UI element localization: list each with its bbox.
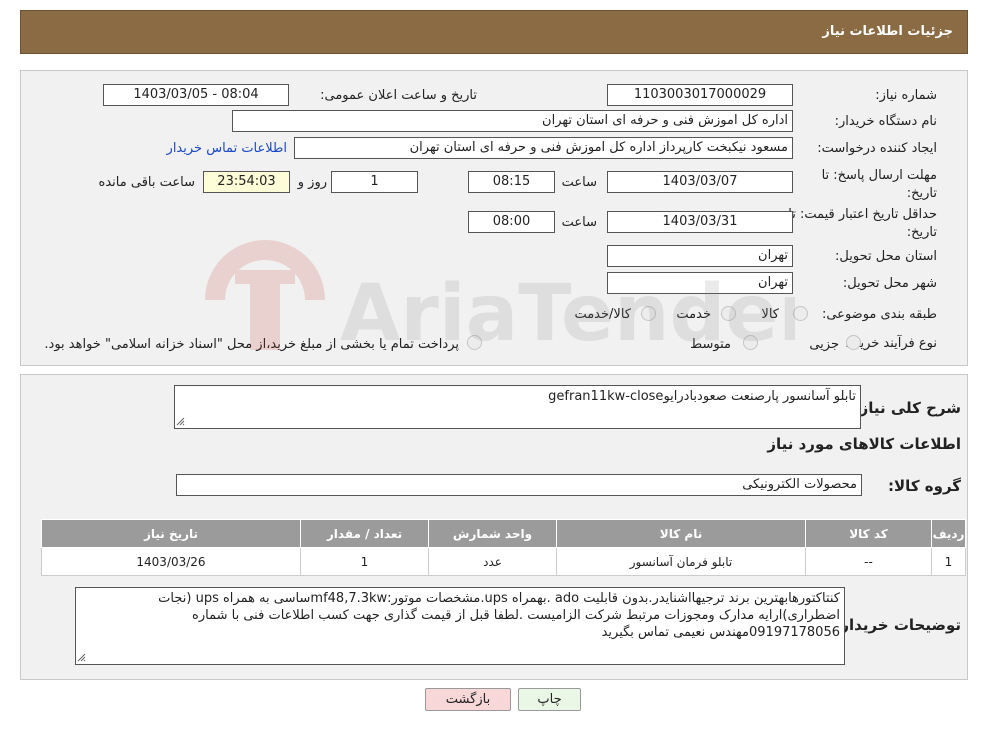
city-label: شهر محل تحویل: bbox=[842, 276, 937, 291]
buyer-notes-textarea[interactable]: کنتاکتورهابهترین برند ترجیهااشنایدر.بدون… bbox=[75, 587, 845, 665]
cell-name: تابلو فرمان آسانسور bbox=[556, 547, 806, 576]
creator-label: ایجاد کننده درخواست: bbox=[817, 141, 937, 156]
category-goods-service-label: کالا/خدمت bbox=[574, 307, 631, 322]
deadline-label: مهلت ارسال پاسخ: تا تاریخ: bbox=[821, 168, 937, 201]
goods-group-label: گروه کالا: bbox=[888, 477, 961, 495]
goods-table-header: ردیف کد کالا نام کالا واحد شمارش تعداد /… bbox=[41, 519, 966, 548]
category-goods-service-radio[interactable] bbox=[641, 306, 656, 321]
time-remaining-label: ساعت باقی مانده bbox=[98, 175, 195, 190]
process-medium-label: متوسط bbox=[690, 337, 731, 352]
need-number-field: 1103003017000029 bbox=[607, 84, 793, 106]
deadline-date-field: 1403/03/07 bbox=[607, 171, 793, 193]
price-validity-date-field: 1403/03/31 bbox=[607, 211, 793, 233]
resize-grip-icon[interactable] bbox=[176, 417, 185, 426]
col-qty-header: تعداد / مقدار bbox=[300, 519, 429, 548]
process-note: پرداخت تمام یا بخشی از مبلغ خرید،از محل … bbox=[44, 337, 459, 352]
page-title: جزئیات اطلاعات نیاز bbox=[822, 24, 953, 39]
col-code-header: کد کالا bbox=[805, 519, 932, 548]
goods-section-title: اطلاعات کالاهای مورد نیاز bbox=[767, 435, 961, 453]
category-service-radio[interactable] bbox=[721, 306, 736, 321]
process-minor-radio[interactable] bbox=[846, 335, 861, 350]
goods-table: ردیف کد کالا نام کالا واحد شمارش تعداد /… bbox=[41, 519, 966, 576]
buyer-notes-label: توضیحات خریدار: bbox=[834, 616, 961, 634]
announce-datetime-field: 1403/03/05 - 08:04 bbox=[103, 84, 289, 106]
category-goods-radio[interactable] bbox=[793, 306, 808, 321]
cell-code: -- bbox=[805, 547, 932, 576]
days-label: روز و bbox=[297, 175, 327, 190]
process-minor-label: جزیی bbox=[809, 337, 839, 352]
time-remaining-field: 23:54:03 bbox=[203, 171, 290, 193]
buyer-field: اداره کل اموزش فنی و حرفه ای استان تهران bbox=[232, 110, 793, 132]
deadline-time-field: 08:15 bbox=[468, 171, 555, 193]
category-service-label: خدمت bbox=[676, 307, 711, 322]
goods-group-field: محصولات الکترونیکی bbox=[176, 474, 862, 496]
cell-date: 1403/03/26 bbox=[41, 547, 301, 576]
col-row-header: ردیف bbox=[931, 519, 966, 548]
cell-row: 1 bbox=[931, 547, 966, 576]
city-field: تهران bbox=[607, 272, 793, 294]
cell-unit: عدد bbox=[428, 547, 557, 576]
summary-textarea[interactable]: تابلو آسانسور پارصنعت صعودبادرایوgefran1… bbox=[174, 385, 861, 429]
days-remaining-field: 1 bbox=[331, 171, 418, 193]
col-unit-header: واحد شمارش bbox=[428, 519, 557, 548]
page-header: جزئیات اطلاعات نیاز bbox=[20, 10, 968, 54]
buyer-label: نام دستگاه خریدار: bbox=[834, 114, 937, 129]
details-panel: شرح کلی نیاز: تابلو آسانسور پارصنعت صعود… bbox=[20, 374, 968, 680]
process-medium-radio[interactable] bbox=[743, 335, 758, 350]
back-button[interactable]: بازگشت bbox=[425, 688, 511, 711]
price-validity-time-label: ساعت bbox=[561, 215, 597, 230]
general-info-panel: شماره نیاز: 1103003017000029 تاریخ و ساع… bbox=[20, 70, 968, 366]
province-field: تهران bbox=[607, 245, 793, 267]
announce-label: تاریخ و ساعت اعلان عمومی: bbox=[320, 88, 477, 103]
price-validity-label: حداقل تاریخ اعتبار قیمت: تا تاریخ: bbox=[788, 207, 937, 240]
cell-qty: 1 bbox=[300, 547, 429, 576]
summary-label: شرح کلی نیاز: bbox=[853, 399, 961, 417]
resize-grip-icon[interactable] bbox=[77, 653, 86, 662]
col-date-header: تاریخ نیاز bbox=[41, 519, 301, 548]
need-number-label: شماره نیاز: bbox=[875, 88, 937, 103]
buyer-contact-link[interactable]: اطلاعات تماس خریدار bbox=[167, 141, 287, 156]
col-name-header: نام کالا bbox=[556, 519, 806, 548]
table-row: 1 -- تابلو فرمان آسانسور عدد 1 1403/03/2… bbox=[41, 547, 966, 576]
price-validity-time-field: 08:00 bbox=[468, 211, 555, 233]
category-label: طبقه بندی موضوعی: bbox=[821, 307, 937, 322]
category-goods-label: کالا bbox=[761, 307, 779, 322]
deadline-time-label: ساعت bbox=[561, 175, 597, 190]
province-label: استان محل تحویل: bbox=[835, 249, 937, 264]
print-button[interactable]: چاپ bbox=[518, 688, 581, 711]
creator-field: مسعود نیکبخت کارپرداز اداره کل اموزش فنی… bbox=[294, 137, 793, 159]
process-note-radio[interactable] bbox=[467, 335, 482, 350]
